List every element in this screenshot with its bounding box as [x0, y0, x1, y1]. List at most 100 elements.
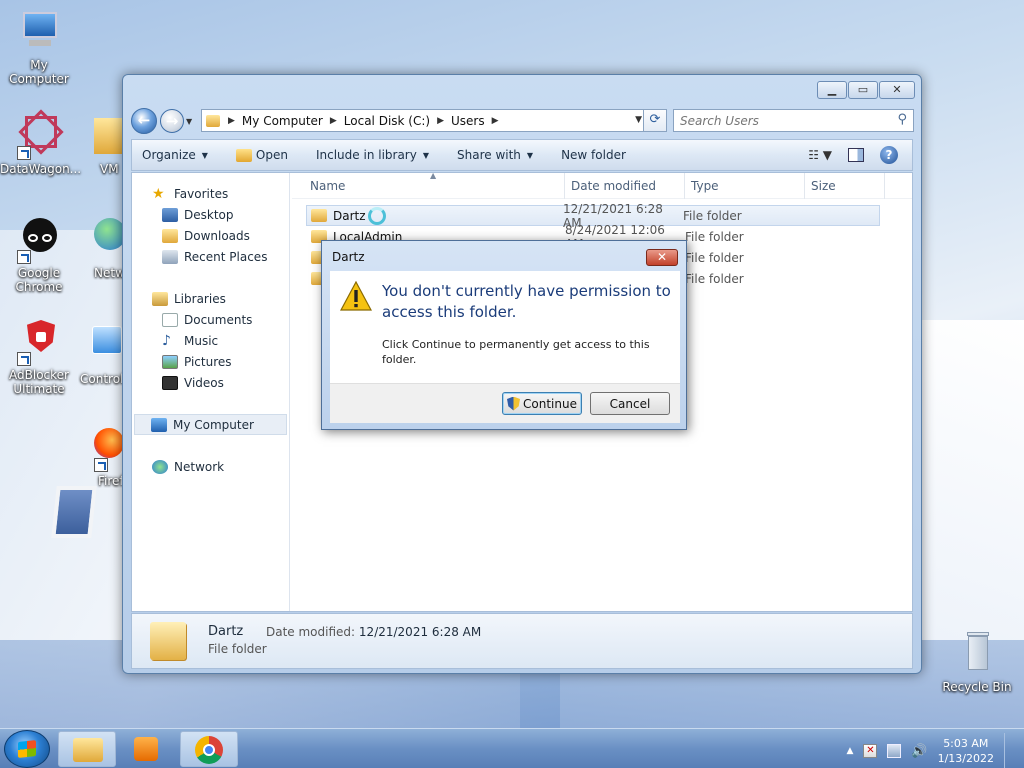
close-button[interactable]: ✕: [879, 81, 915, 99]
breadcrumb-users[interactable]: Users: [451, 114, 485, 128]
desktop-icon-google-chrome[interactable]: Google Chrome: [0, 216, 78, 294]
column-header-name[interactable]: Name: [292, 172, 565, 199]
cancel-button[interactable]: Cancel: [590, 392, 670, 415]
column-header-type[interactable]: Type: [685, 172, 805, 199]
clock[interactable]: 5:03 AM 1/13/2022: [938, 736, 994, 766]
forward-button[interactable]: →: [160, 109, 184, 133]
nav-desktop[interactable]: Desktop: [132, 204, 289, 225]
nav-libraries[interactable]: Libraries: [132, 288, 289, 309]
nav-videos[interactable]: Videos: [132, 372, 289, 393]
back-button[interactable]: ←: [131, 108, 157, 134]
desktop-icon-vm[interactable]: VM: [78, 112, 122, 176]
folder-icon: [311, 209, 327, 222]
share-with-button[interactable]: Share with ▼: [457, 148, 533, 162]
new-folder-button[interactable]: New folder: [561, 148, 626, 162]
chevron-right-icon[interactable]: ▶: [492, 116, 499, 126]
nav-pictures[interactable]: Pictures: [132, 351, 289, 372]
desktop-icon-firefox[interactable]: Firef: [78, 424, 122, 488]
taskbar-chrome-button[interactable]: [180, 731, 238, 767]
view-controls: ☷ ▼ ?: [808, 146, 898, 164]
preview-pane-icon[interactable]: [848, 148, 864, 162]
desktop-icon-adblocker[interactable]: AdBlocker Ultimate: [0, 318, 78, 396]
breadcrumb-local-disk[interactable]: Local Disk (C:): [344, 114, 430, 128]
taskbar-explorer-button[interactable]: [58, 731, 116, 767]
chevron-right-icon[interactable]: ▶: [437, 116, 444, 126]
file-type: File folder: [685, 250, 744, 265]
desktop-icon-control-panel[interactable]: Control: [78, 322, 122, 386]
column-header-date-modified[interactable]: Date modified: [565, 172, 685, 199]
file-type: File folder: [683, 208, 742, 223]
chevron-down-icon: ▼: [422, 150, 429, 160]
include-in-library-button[interactable]: Include in library ▼: [316, 148, 429, 162]
folder-icon: [206, 114, 220, 127]
search-box[interactable]: ⚲: [673, 109, 914, 132]
media-player-icon: [134, 737, 158, 761]
firefox-icon: [78, 424, 122, 472]
nav-music[interactable]: ♪ Music: [132, 330, 289, 351]
chevron-right-icon[interactable]: ▶: [228, 116, 235, 126]
network-icon: [152, 459, 168, 474]
desktop-icon-network[interactable]: Netw: [78, 216, 122, 280]
search-input[interactable]: [674, 110, 884, 131]
chevron-down-icon: ▼: [526, 150, 534, 160]
column-header-size[interactable]: Size: [805, 172, 885, 199]
desktop-icon-datawagon[interactable]: DataWagon...: [0, 109, 81, 176]
volume-icon[interactable]: 🔊: [911, 744, 927, 759]
start-button[interactable]: [4, 730, 50, 768]
folder-icon: [73, 738, 103, 762]
pictures-icon: [162, 354, 178, 369]
datawagon-icon: [15, 109, 64, 160]
command-bar: Organize ▼ Open Include in library ▼ Share…: [131, 139, 913, 171]
documents-icon: [162, 312, 178, 327]
taskbar-media-player-button[interactable]: [120, 731, 176, 767]
navigation-pane: ★ Favorites Desktop Downloads Recent Pla…: [132, 173, 290, 611]
minimize-button[interactable]: ▁: [817, 81, 847, 99]
organize-button[interactable]: Organize ▼: [142, 148, 208, 162]
control-panel-icon: [78, 322, 122, 370]
folder-icon: [78, 112, 122, 160]
file-type: File folder: [685, 229, 744, 244]
nav-recent-places[interactable]: Recent Places: [132, 246, 289, 267]
network-tray-icon[interactable]: [887, 744, 902, 758]
nav-favorites[interactable]: ★ Favorites: [132, 183, 289, 204]
history-dropdown-icon[interactable]: ▼: [186, 117, 192, 126]
shortcut-arrow-icon: [17, 250, 31, 264]
address-dropdown-icon[interactable]: ▼: [635, 115, 642, 125]
system-tray: ▲ ✕ 🔊 5:03 AM 1/13/2022: [846, 733, 1014, 768]
desktop-window-thumbnail: [51, 486, 97, 538]
nav-network[interactable]: Network: [132, 456, 289, 477]
dialog-close-button[interactable]: ✕: [646, 249, 678, 266]
nav-my-computer[interactable]: My Computer: [134, 414, 287, 435]
libraries-icon: [152, 291, 168, 306]
view-options-icon[interactable]: ☷ ▼: [808, 148, 832, 162]
maximize-button[interactable]: ▭: [848, 81, 878, 99]
open-button[interactable]: Open: [235, 148, 288, 162]
search-icon[interactable]: ⚲: [897, 112, 907, 127]
nav-downloads[interactable]: Downloads: [132, 225, 289, 246]
desktop-icon-recycle-bin[interactable]: Recycle Bin: [938, 630, 1016, 694]
incognito-icon: [15, 216, 63, 264]
desktop-icon-my-computer[interactable]: My Computer: [0, 8, 78, 86]
nav-documents[interactable]: Documents: [132, 309, 289, 330]
help-icon[interactable]: ?: [880, 146, 898, 164]
star-icon: ★: [152, 185, 165, 202]
chevron-down-icon: ▼: [201, 150, 208, 160]
dialog-body: You don't currently have permission to a…: [330, 271, 680, 383]
action-center-flag-icon[interactable]: ✕: [863, 744, 878, 758]
dialog-footer: Continue Cancel: [330, 383, 680, 423]
file-type: File folder: [685, 271, 744, 286]
busy-spinner-icon: [367, 206, 386, 225]
chevron-right-icon[interactable]: ▶: [330, 116, 337, 126]
computer-icon: [15, 8, 63, 56]
file-name: Dartz: [333, 208, 366, 223]
address-bar[interactable]: ▶ My Computer ▶ Local Disk (C:) ▶ Users …: [201, 109, 647, 132]
show-desktop-button[interactable]: [1004, 733, 1014, 768]
shortcut-arrow-icon: [17, 146, 31, 160]
continue-button[interactable]: Continue: [502, 392, 582, 415]
breadcrumb-my-computer[interactable]: My Computer: [242, 114, 323, 128]
dialog-content-text: Click Continue to permanently get access…: [382, 338, 650, 366]
show-hidden-icons-icon[interactable]: ▲: [846, 746, 853, 756]
refresh-button[interactable]: ⟳: [643, 109, 667, 132]
desktop-icon: [162, 207, 178, 222]
shortcut-arrow-icon: [17, 352, 31, 366]
